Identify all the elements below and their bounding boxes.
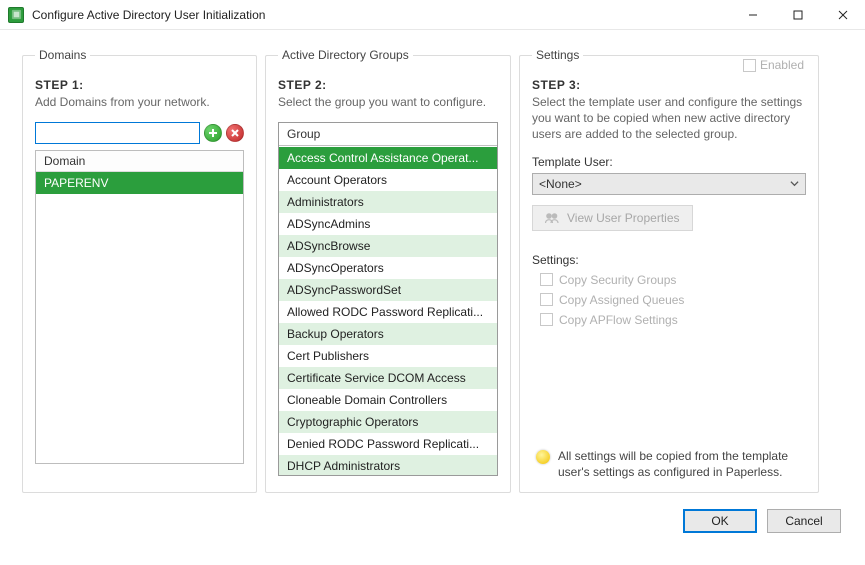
domain-input[interactable] — [35, 122, 200, 144]
settings-check-row: Copy APFlow Settings — [540, 313, 806, 327]
group-list-header: Group — [279, 123, 497, 146]
cancel-button[interactable]: Cancel — [767, 509, 841, 533]
group-row[interactable]: ADSyncPasswordSet — [279, 279, 497, 301]
group-row[interactable]: Account Operators — [279, 169, 497, 191]
lightbulb-icon — [536, 450, 550, 464]
checkbox-icon — [540, 293, 553, 306]
step1-desc: Add Domains from your network. — [35, 94, 244, 110]
group-row[interactable]: Cloneable Domain Controllers — [279, 389, 497, 411]
close-button[interactable] — [820, 0, 865, 30]
settings-check-row: Copy Assigned Queues — [540, 293, 806, 307]
template-user-value: <None> — [539, 177, 582, 191]
settings-check-label: Copy Security Groups — [559, 273, 676, 287]
maximize-button[interactable] — [775, 0, 820, 30]
view-user-properties-label: View User Properties — [567, 211, 680, 225]
domains-legend: Domains — [35, 48, 90, 62]
group-row[interactable]: Cert Publishers — [279, 345, 497, 367]
step3-desc: Select the template user and configure t… — [532, 94, 806, 143]
group-row[interactable]: Backup Operators — [279, 323, 497, 345]
chevron-down-icon — [790, 177, 799, 191]
group-row[interactable]: Cryptographic Operators — [279, 411, 497, 433]
add-domain-button[interactable] — [204, 124, 222, 142]
group-row[interactable]: ADSyncOperators — [279, 257, 497, 279]
step3-header: STEP 3: — [532, 78, 806, 92]
domains-panel: Domains STEP 1: Add Domains from your ne… — [22, 48, 257, 493]
group-row[interactable]: Access Control Assistance Operat... — [279, 147, 497, 169]
group-row[interactable]: ADSyncAdmins — [279, 213, 497, 235]
groups-panel: Active Directory Groups STEP 2: Select t… — [265, 48, 511, 493]
checkbox-icon — [540, 313, 553, 326]
settings-check-row: Copy Security Groups — [540, 273, 806, 287]
tip-row: All settings will be copied from the tem… — [536, 448, 804, 480]
minimize-button[interactable] — [730, 0, 775, 30]
step2-header: STEP 2: — [278, 78, 498, 92]
settings-check-label: Copy Assigned Queues — [559, 293, 684, 307]
dialog-footer: OK Cancel — [0, 501, 865, 533]
domain-list[interactable]: Domain PAPERENV — [35, 150, 244, 464]
settings-panel: Settings Enabled STEP 3: Select the temp… — [519, 48, 819, 493]
remove-domain-button[interactable] — [226, 124, 244, 142]
step2-desc: Select the group you want to configure. — [278, 94, 498, 110]
enabled-label: Enabled — [760, 58, 804, 72]
domain-list-header: Domain — [36, 151, 243, 172]
checkbox-icon — [540, 273, 553, 286]
group-row[interactable]: DHCP Administrators — [279, 455, 497, 475]
step1-header: STEP 1: — [35, 78, 244, 92]
group-row[interactable]: Allowed RODC Password Replicati... — [279, 301, 497, 323]
tip-text: All settings will be copied from the tem… — [558, 448, 804, 480]
users-icon — [545, 212, 559, 224]
group-row[interactable]: Denied RODC Password Replicati... — [279, 433, 497, 455]
group-row[interactable]: Administrators — [279, 191, 497, 213]
ok-button[interactable]: OK — [683, 509, 757, 533]
group-list[interactable]: Group Access Control Assistance Operat..… — [278, 122, 498, 476]
title-bar: Configure Active Directory User Initiali… — [0, 0, 865, 30]
enabled-checkbox[interactable]: Enabled — [739, 58, 808, 72]
template-user-label: Template User: — [532, 155, 806, 169]
window-title: Configure Active Directory User Initiali… — [32, 8, 730, 22]
group-row[interactable]: ADSyncBrowse — [279, 235, 497, 257]
group-row[interactable]: Certificate Service DCOM Access — [279, 367, 497, 389]
settings-sub-label: Settings: — [532, 253, 806, 267]
template-user-dropdown[interactable]: <None> — [532, 173, 806, 195]
settings-legend: Settings — [532, 48, 583, 62]
settings-check-label: Copy APFlow Settings — [559, 313, 678, 327]
groups-legend: Active Directory Groups — [278, 48, 413, 62]
domain-row[interactable]: PAPERENV — [36, 172, 243, 194]
checkbox-icon — [743, 59, 756, 72]
app-icon — [8, 7, 24, 23]
view-user-properties-button: View User Properties — [532, 205, 693, 231]
